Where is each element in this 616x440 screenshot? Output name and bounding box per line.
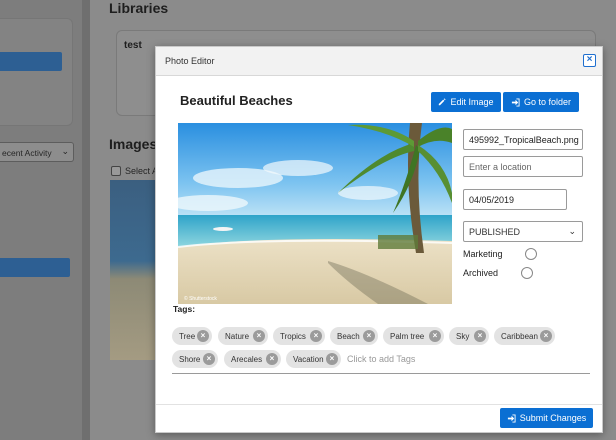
remove-tag-icon[interactable]: × — [197, 330, 209, 342]
status-select[interactable]: PUBLISHED ⌄ — [463, 221, 583, 242]
remove-tag-icon[interactable]: × — [310, 330, 322, 342]
marketing-radio[interactable] — [525, 248, 537, 260]
archived-toggle[interactable]: Archived — [463, 267, 533, 279]
edit-image-button[interactable]: Edit Image — [431, 92, 501, 112]
modal-header: Photo Editor × — [156, 47, 602, 76]
photo-editor-modal: Photo Editor × Beautiful Beaches Edit Im… — [155, 46, 603, 433]
background-card — [0, 18, 73, 126]
remove-tag-icon[interactable]: × — [474, 330, 486, 342]
checkbox — [111, 166, 121, 176]
background-primary-button — [0, 258, 70, 277]
tag-chip: Palm tree × — [383, 327, 444, 345]
archived-radio[interactable] — [521, 267, 533, 279]
tag-chip: Beach × — [330, 327, 378, 345]
chevron-down-icon: ⌄ — [61, 146, 69, 156]
activity-select: ecent Activity ⌄ — [0, 142, 74, 162]
libraries-heading: Libraries — [109, 0, 169, 16]
sign-in-icon — [511, 97, 520, 107]
library-item: test — [124, 40, 142, 51]
remove-tag-icon[interactable]: × — [363, 330, 375, 342]
select-all: Select A — [111, 166, 158, 176]
remove-tag-icon[interactable]: × — [266, 353, 278, 365]
close-icon[interactable]: × — [583, 54, 596, 67]
go-to-folder-button[interactable]: Go to folder — [503, 92, 579, 112]
tag-chip: Nature × — [218, 327, 268, 345]
images-heading: Images — [109, 136, 158, 152]
tag-chip: Tropics × — [273, 327, 325, 345]
pencil-icon — [439, 98, 447, 106]
photo-preview: © Shutterstock — [178, 123, 452, 304]
svg-text:© Shutterstock: © Shutterstock — [184, 295, 217, 302]
tag-chip: Shore × — [172, 350, 218, 368]
tag-input[interactable]: Click to add Tags — [347, 354, 415, 364]
photo-title: Beautiful Beaches — [180, 93, 293, 108]
remove-tag-icon[interactable]: × — [429, 330, 441, 342]
remove-tag-icon[interactable]: × — [540, 330, 552, 342]
background-primary-button — [0, 52, 62, 71]
tag-chip: Caribbean × — [494, 327, 555, 345]
tag-chip: Sky × — [449, 327, 489, 345]
tags-label: Tags: — [173, 304, 196, 314]
modal-title: Photo Editor — [165, 56, 215, 66]
remove-tag-icon[interactable]: × — [203, 353, 215, 365]
location-input[interactable]: Enter a location — [463, 156, 583, 177]
tag-chip: Vacation × — [286, 350, 341, 368]
tags-input-area[interactable]: Tree × Nature × Tropics × Beach × Palm tree ×… — [172, 324, 590, 374]
tag-chip: Tree × — [172, 327, 212, 345]
remove-tag-icon[interactable]: × — [253, 330, 265, 342]
marketing-toggle[interactable]: Marketing — [463, 248, 537, 260]
submit-changes-button[interactable]: Submit Changes — [500, 408, 593, 428]
background-divider — [82, 0, 90, 440]
tag-chip: Arecales × — [224, 350, 281, 368]
sign-in-icon — [507, 413, 516, 423]
image-thumbnail — [110, 180, 156, 360]
remove-tag-icon[interactable]: × — [326, 353, 338, 365]
filename-field[interactable]: 495992_TropicalBeach.png — [463, 129, 583, 150]
date-field[interactable]: 04/05/2019 — [463, 189, 567, 210]
chevron-down-icon: ⌄ — [568, 226, 576, 236]
